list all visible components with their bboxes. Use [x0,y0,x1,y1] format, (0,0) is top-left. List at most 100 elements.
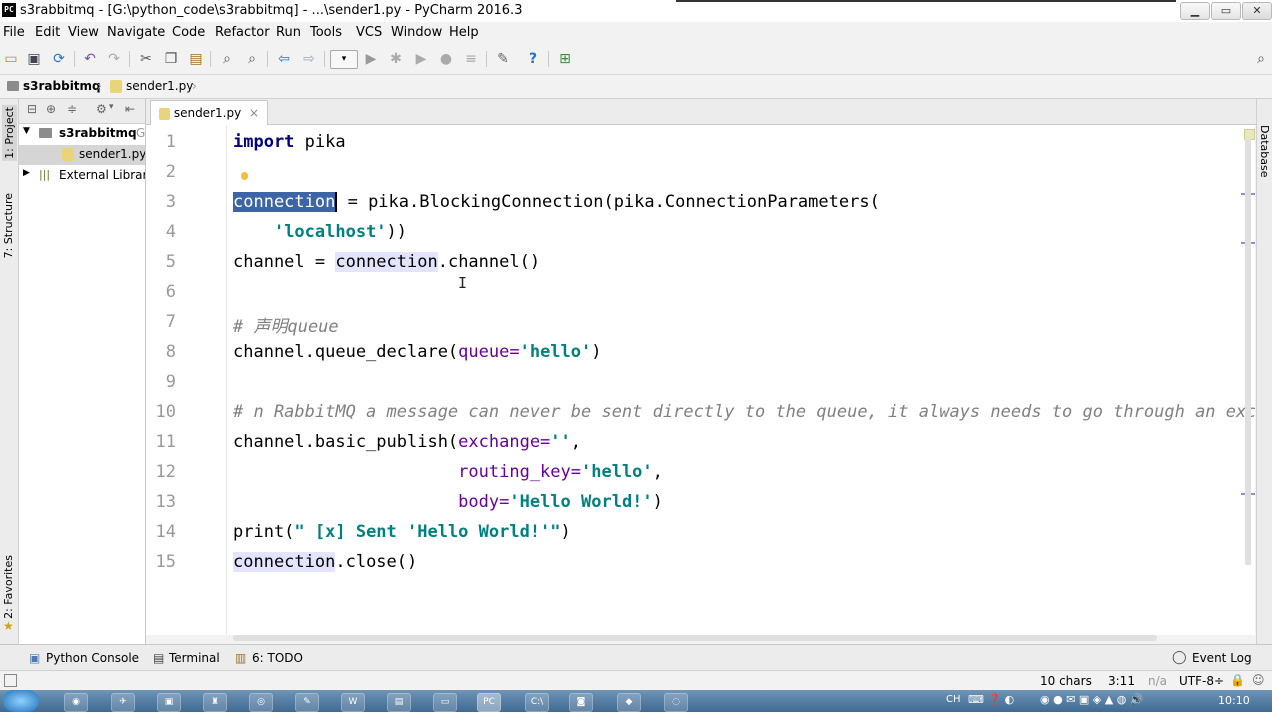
copy-icon[interactable]: ❐ [162,50,180,68]
taskbar-app-icon[interactable]: ✈ [111,693,135,712]
taskbar-app-icon[interactable]: ◌ [664,693,688,712]
tray-icons[interactable]: ⌨ ❓ ◐ [968,693,1014,706]
tree-root-path: G [136,126,146,140]
scroll-from-source-icon[interactable]: ⊕ [46,102,56,116]
left-tool-strip: 1: Project 7: Structure 2: Favorites ★ [0,99,19,644]
horizontal-scrollbar[interactable] [233,635,1157,641]
sync-icon[interactable]: ⟳ [50,50,68,68]
breadcrumb-project[interactable]: s3rabbitmq [23,79,101,93]
status-caret-position[interactable]: 3:11 [1108,674,1135,688]
back-icon[interactable]: ⇦ [275,50,293,68]
taskbar-chrome-icon[interactable]: ◎ [249,693,273,712]
taskbar-app-icon[interactable]: ♜ [203,693,227,712]
status-line-separator: n/a [1148,674,1168,688]
tool-todo[interactable]: 6: TODO [252,651,303,665]
tool-tab-project[interactable]: 1: Project [2,105,17,161]
taskbar-app-icon[interactable]: ▣ [157,693,181,712]
tool-tab-structure[interactable]: 7: Structure [2,193,15,258]
tree-file-row[interactable]: sender1.py [19,145,145,165]
help-icon[interactable]: ? [524,50,542,68]
profile-icon[interactable]: ● [437,50,455,68]
code-line-3: connection = pika.BlockingConnection(pik… [233,192,880,212]
close-button[interactable]: ✕ [1242,2,1272,20]
code-line-15: connection.close() [233,552,418,572]
cut-icon[interactable]: ✂ [137,50,155,68]
code-line-10: # n RabbitMQ a message can never be sent… [233,402,1255,422]
status-encoding[interactable]: UTF-8÷ [1179,674,1224,688]
menu-navigate[interactable]: Navigate [107,25,165,40]
coverage-icon[interactable]: ▶ [412,50,430,68]
code-editor[interactable]: import pika connection = pika.BlockingCo… [227,125,1255,635]
tool-terminal[interactable]: Terminal [169,651,220,665]
toolbar-separator [548,51,549,67]
expand-icon[interactable]: ≑ [67,102,77,116]
ime-indicator[interactable]: CH [946,694,961,705]
minimize-button[interactable]: ▁ [1180,2,1210,20]
menu-view[interactable]: View [68,25,99,40]
tree-external-label: External Librari [59,168,146,182]
inspector-icon[interactable]: ☺ [1252,673,1265,687]
debug-icon[interactable]: ✱ [387,50,405,68]
menu-code[interactable]: Code [172,25,205,40]
editor-tab-sender1[interactable]: sender1.py × [150,100,269,125]
tool-tab-database[interactable]: Database [1258,125,1271,178]
taskbar-cmd-icon[interactable]: C:\ [525,693,549,712]
menu-refactor[interactable]: Refactor [215,25,270,40]
settings-icon[interactable]: ✎ [494,50,512,68]
taskbar-pycharm-icon[interactable]: PC [477,693,501,712]
tree-external-row[interactable]: ▶ ||| External Librari [19,166,145,186]
vcs-icon[interactable]: ⊞ [556,50,574,68]
chevron-down-icon[interactable]: ▾ [109,102,114,112]
menu-tools[interactable]: Tools [310,25,342,40]
breadcrumb-file[interactable]: sender1.py [126,79,193,93]
search-everywhere-icon[interactable]: ⌕ [1252,50,1270,68]
undo-icon[interactable]: ↶ [81,50,99,68]
taskbar-app-icon[interactable]: ◆ [617,693,641,712]
find-icon[interactable]: ⌕ [218,50,236,68]
stop-icon[interactable]: ≡ [462,50,480,68]
taskbar-app-icon[interactable]: ▤ [387,693,411,712]
taskbar-app-icon[interactable]: ✎ [295,693,319,712]
tool-event-log[interactable]: Event Log [1192,651,1252,665]
save-icon[interactable]: ▣ [25,50,43,68]
forward-icon[interactable]: ⇨ [300,50,318,68]
menu-run[interactable]: Run [276,25,301,40]
taskbar-app-icon[interactable]: ◉ [64,693,88,712]
taskbar-explorer-icon[interactable]: ▭ [433,693,457,712]
lock-icon[interactable]: 🔒 [1230,673,1245,687]
toggle-tool-windows-icon[interactable] [4,674,17,687]
menu-file[interactable]: File [3,25,25,40]
redo-icon[interactable]: ↷ [105,50,123,68]
tray-icons[interactable]: ◉ ● ✉ ▣ ◈ ▲ ◍ 🔊 [1040,693,1144,706]
taskbar-app-icon[interactable]: ◙ [569,693,593,712]
tool-python-console[interactable]: Python Console [46,651,139,665]
library-icon: ||| [39,168,51,181]
taskbar-word-icon[interactable]: W [341,693,365,712]
menu-help[interactable]: Help [449,25,479,40]
menu-vcs[interactable]: VCS [356,25,382,40]
run-config-dropdown[interactable]: ▾ [330,50,358,69]
start-button[interactable] [3,690,39,712]
open-folder-icon[interactable]: ▭ [2,50,20,68]
collapse-all-icon[interactable]: ⊟ [27,102,37,116]
taskbar-clock: 10:10 [1218,694,1250,707]
error-stripe[interactable] [1241,125,1255,565]
tool-tab-favorites[interactable]: 2: Favorites [2,555,15,619]
menu-window[interactable]: Window [391,25,442,40]
maximize-button[interactable]: ▭ [1211,2,1241,20]
run-icon[interactable]: ▶ [362,50,380,68]
windows-taskbar: ◉ ✈ ▣ ♜ ◎ ✎ W ▤ ▭ PC C:\ ◙ ◆ ◌ CH ⌨ ❓ ◐ … [0,690,1272,712]
menu-edit[interactable]: Edit [35,25,60,40]
paste-icon[interactable]: ▤ [187,50,205,68]
breadcrumb: s3rabbitmq › sender1.py › [0,75,1272,99]
tab-close-icon[interactable]: × [249,106,259,120]
tree-root-row[interactable]: ▼ s3rabbitmq G [19,124,145,144]
hide-panel-icon[interactable]: ⇤ [125,102,135,116]
main-toolbar: ▭ ▣ ⟳ ↶ ↷ ✂ ❐ ▤ ⌕ ⌕ ⇦ ⇨ ▾ ▶ ✱ ▶ ● ≡ ✎ ? … [0,44,1272,75]
python-file-icon [62,148,74,161]
gear-icon[interactable]: ⚙ [96,102,107,116]
replace-icon[interactable]: ⌕ [243,50,261,68]
line-number: 6 [165,282,176,302]
vertical-scrollbar[interactable] [1245,139,1251,565]
tool-window-bar: ▣ Python Console ▤ Terminal ▥ 6: TODO ◯ … [0,644,1272,671]
